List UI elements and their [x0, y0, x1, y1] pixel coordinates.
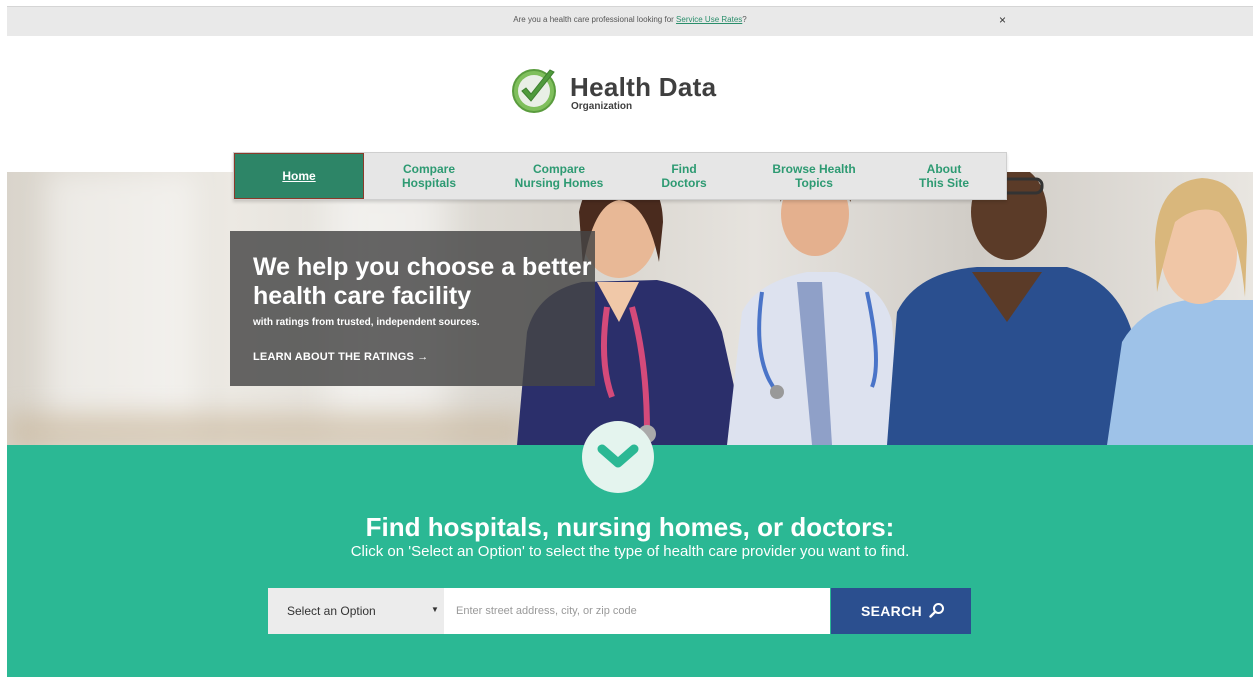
select-value: Select an Option — [287, 604, 376, 618]
professional-notice-bar: Are you a health care professional looki… — [7, 6, 1253, 36]
nav-about-this-site[interactable]: About This Site — [884, 153, 1004, 199]
service-use-rates-link[interactable]: Service Use Rates — [676, 15, 742, 24]
find-title: Find hospitals, nursing homes, or doctor… — [365, 512, 895, 542]
search-button[interactable]: SEARCH — [831, 588, 971, 634]
hero-callout: We help you choose a better health care … — [230, 231, 595, 386]
find-subtitle: Click on 'Select an Option' to select th… — [350, 543, 910, 560]
logo-subtitle: Organization — [571, 101, 633, 112]
main-navigation: Home Compare Hospitals Compare Nursing Hom… — [233, 152, 1007, 200]
provider-search-form: Select an Option ▼ SEARCH — [268, 588, 971, 634]
nav-compare-hospitals[interactable]: Compare Hospitals — [364, 153, 494, 199]
hero-image — [7, 172, 1253, 445]
nav-browse-health-topics[interactable]: Browse Health Topics — [744, 153, 884, 199]
site-logo[interactable]: Health Data Organization — [510, 64, 750, 118]
page: Are you a health care professional looki… — [7, 0, 1253, 677]
provider-type-select[interactable]: Select an Option ▼ — [268, 588, 444, 634]
close-icon[interactable]: × — [999, 13, 1006, 27]
logo-title: Health Data — [570, 72, 717, 102]
nav-home[interactable]: Home — [234, 153, 364, 199]
hero-people-illustration — [517, 172, 1253, 445]
chevron-down-icon[interactable] — [582, 421, 654, 493]
learn-about-ratings-link[interactable]: LEARN ABOUT THE RATINGS → — [253, 351, 429, 363]
magnifier-icon — [929, 603, 944, 618]
caret-down-icon: ▼ — [431, 605, 439, 614]
nav-find-doctors[interactable]: Find Doctors — [624, 153, 744, 199]
nav-compare-nursing-homes[interactable]: Compare Nursing Homes — [494, 153, 624, 199]
hero-headline: We help you choose a better health care … — [253, 253, 592, 310]
notice-text: Are you a health care professional looki… — [513, 15, 747, 24]
hero-subline: with ratings from trusted, independent s… — [253, 317, 480, 328]
checkmark-circle-icon — [512, 69, 556, 113]
address-input[interactable] — [444, 588, 830, 634]
